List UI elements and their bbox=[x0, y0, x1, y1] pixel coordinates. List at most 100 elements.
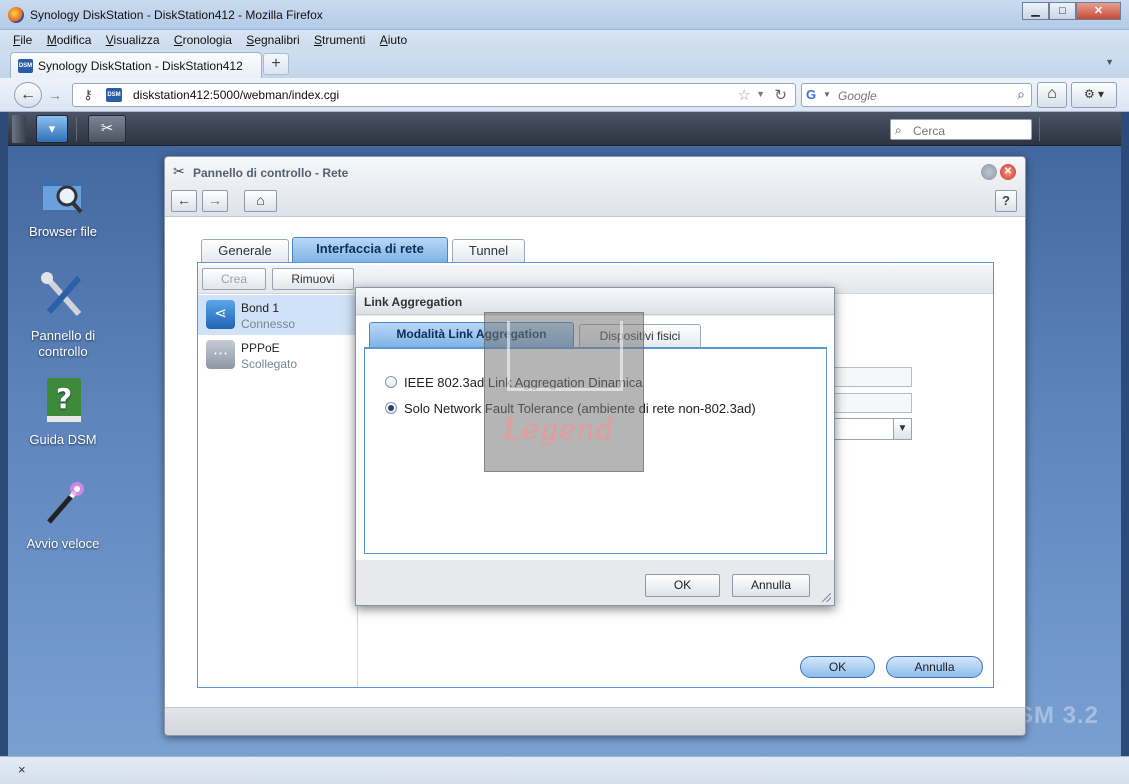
close-window-button[interactable]: ✕ bbox=[1076, 2, 1121, 20]
magic-wand-icon bbox=[37, 478, 89, 530]
back-button[interactable]: ← bbox=[171, 190, 197, 212]
desktop-icon-quick-start[interactable]: Avvio veloce bbox=[8, 478, 118, 552]
desktop-icon-label: Pannello di controllo bbox=[30, 328, 96, 359]
menu-bar: File Modifica Visualizza Cronologia Segn… bbox=[0, 30, 1129, 50]
bookmark-star-icon[interactable]: ☆ bbox=[738, 86, 751, 104]
home-button[interactable]: ⌂ bbox=[244, 190, 277, 212]
google-icon[interactable]: G bbox=[806, 87, 822, 103]
identity-key-icon[interactable]: ⚷ bbox=[77, 86, 99, 104]
desktop-icon-label: Browser file bbox=[29, 224, 97, 239]
reload-icon[interactable]: ↻ bbox=[774, 86, 787, 104]
search-icon: ⌕ bbox=[895, 123, 902, 137]
dsm-taskbar: ▾ ✂ ⌕ Cerca bbox=[8, 112, 1121, 146]
help-book-icon: ? bbox=[37, 374, 89, 426]
browser-statusbar: × bbox=[0, 756, 1129, 784]
desktop-icon-label: Avvio veloce bbox=[26, 536, 100, 551]
window-title: Synology DiskStation - DiskStation412 - … bbox=[30, 8, 323, 22]
desktop-icon-dsm-help[interactable]: ? Guida DSM bbox=[8, 374, 118, 448]
chevron-down-icon: ▼ bbox=[893, 419, 911, 439]
search-box[interactable]: G ▼ Google ⌕ bbox=[801, 83, 1032, 107]
dsm-search-input[interactable]: ⌕ Cerca bbox=[890, 119, 1032, 140]
radio-button-selected[interactable] bbox=[385, 402, 397, 414]
ok-button[interactable]: OK bbox=[800, 656, 875, 678]
cancel-button[interactable]: Annulla bbox=[886, 656, 983, 678]
taskbar-grip[interactable] bbox=[12, 115, 26, 143]
radio-button[interactable] bbox=[385, 376, 397, 388]
tab-tunnel[interactable]: Tunnel bbox=[452, 239, 525, 262]
main-menu-button[interactable]: ▾ bbox=[36, 115, 68, 143]
firefox-icon bbox=[8, 7, 24, 23]
tools-icon: ✂ bbox=[173, 163, 185, 179]
url-text[interactable]: diskstation412:5000/webman/index.cgi bbox=[133, 88, 339, 102]
close-addon-bar-icon[interactable]: × bbox=[18, 762, 26, 777]
dsm-favicon: DSM bbox=[106, 88, 122, 102]
navigation-bar: ← → ⚷ DSM diskstation412:5000/webman/ind… bbox=[0, 78, 1129, 112]
watermark-text: Legend bbox=[503, 413, 615, 446]
desktop-icon-control-panel[interactable]: Pannello di controllo bbox=[8, 270, 118, 360]
new-tab-button[interactable]: + bbox=[263, 53, 289, 75]
url-bar[interactable]: ⚷ DSM diskstation412:5000/webman/index.c… bbox=[72, 83, 796, 107]
window-header: ✂ Pannello di controllo - Rete ✕ ← → ⌂ ? bbox=[165, 157, 1025, 217]
dialog-title: Link Aggregation bbox=[364, 295, 463, 309]
pppoe-icon: ⋯ bbox=[206, 340, 235, 369]
interface-list: ⋖ Bond 1 Connesso ⋯ PPPoE Scollegato bbox=[198, 295, 358, 687]
search-icon[interactable]: ⌕ bbox=[1017, 86, 1025, 103]
menu-file[interactable]: File bbox=[13, 30, 32, 50]
bond-icon: ⋖ bbox=[206, 300, 235, 329]
window-footer bbox=[165, 707, 1025, 735]
browser-tab[interactable]: DSM Synology DiskStation - DiskStation41… bbox=[10, 52, 262, 78]
resize-grip[interactable] bbox=[822, 593, 831, 602]
home-button[interactable]: ⌂ bbox=[1037, 82, 1067, 108]
create-button[interactable]: Crea bbox=[202, 268, 266, 290]
tools-icon bbox=[37, 270, 89, 322]
browser-titlebar: Synology DiskStation - DiskStation412 - … bbox=[0, 0, 1129, 30]
dialog-header: Link Aggregation bbox=[356, 288, 834, 315]
menu-aiuto[interactable]: Aiuto bbox=[380, 30, 407, 50]
minimize-button[interactable] bbox=[981, 164, 997, 180]
tab-title: Synology DiskStation - DiskStation412 bbox=[38, 59, 243, 73]
divider bbox=[76, 117, 77, 141]
back-forward: ← → bbox=[14, 82, 68, 108]
minimize-button[interactable]: ▁ bbox=[1022, 2, 1049, 20]
menu-modifica[interactable]: Modifica bbox=[47, 30, 92, 50]
interface-name: Bond 1 bbox=[241, 301, 280, 315]
forward-button[interactable]: → bbox=[202, 190, 228, 212]
watermark-mark bbox=[507, 321, 623, 391]
dialog-cancel-button[interactable]: Annulla bbox=[732, 574, 810, 597]
forward-button[interactable]: → bbox=[44, 85, 66, 105]
window-controls: ▁ □ ✕ bbox=[1022, 2, 1121, 20]
menu-cronologia[interactable]: Cronologia bbox=[174, 30, 232, 50]
dialog-ok-button[interactable]: OK bbox=[645, 574, 720, 597]
tab-generale[interactable]: Generale bbox=[201, 239, 289, 262]
close-button[interactable]: ✕ bbox=[1000, 164, 1016, 180]
interface-status: Scollegato bbox=[241, 357, 298, 371]
dsm-favicon: DSM bbox=[18, 59, 33, 73]
maximize-button[interactable]: □ bbox=[1049, 2, 1076, 20]
remove-button[interactable]: Rimuovi bbox=[272, 268, 354, 290]
folder-search-icon bbox=[37, 166, 89, 218]
desktop-icon-file-browser[interactable]: Browser file bbox=[8, 166, 118, 240]
menu-visualizza[interactable]: Visualizza bbox=[106, 30, 160, 50]
search-placeholder: Google bbox=[838, 89, 877, 103]
interface-status: Connesso bbox=[241, 317, 296, 331]
back-button[interactable]: ← bbox=[14, 82, 42, 108]
help-button[interactable]: ? bbox=[995, 190, 1017, 212]
addon-menu-button[interactable]: ⚙ ▾ bbox=[1071, 82, 1117, 108]
tab-interfaccia-di-rete[interactable]: Interfaccia di rete bbox=[292, 237, 448, 262]
window-title: Pannello di controllo - Rete bbox=[193, 166, 349, 180]
engine-dropdown-icon[interactable]: ▼ bbox=[823, 90, 831, 99]
control-panel-taskbar-button[interactable]: ✂ bbox=[88, 115, 126, 143]
tab-bar: DSM Synology DiskStation - DiskStation41… bbox=[0, 50, 1129, 78]
interface-name: PPPoE bbox=[241, 341, 280, 355]
menu-segnalibri[interactable]: Segnalibri bbox=[246, 30, 299, 50]
watermark-logo: Legend bbox=[484, 312, 644, 472]
tab-list-icon[interactable]: ▼ bbox=[1105, 57, 1114, 67]
dsm-search-placeholder: Cerca bbox=[913, 124, 946, 138]
menu-strumenti[interactable]: Strumenti bbox=[314, 30, 365, 50]
list-item[interactable]: ⋯ PPPoE Scollegato bbox=[198, 335, 357, 375]
history-dropdown-icon[interactable]: ▼ bbox=[756, 89, 765, 99]
list-item[interactable]: ⋖ Bond 1 Connesso bbox=[198, 295, 357, 335]
svg-text:?: ? bbox=[56, 382, 72, 415]
dsm-version-watermark: SM 3.2 bbox=[1016, 702, 1099, 729]
desktop-icon-label: Guida DSM bbox=[29, 432, 97, 447]
